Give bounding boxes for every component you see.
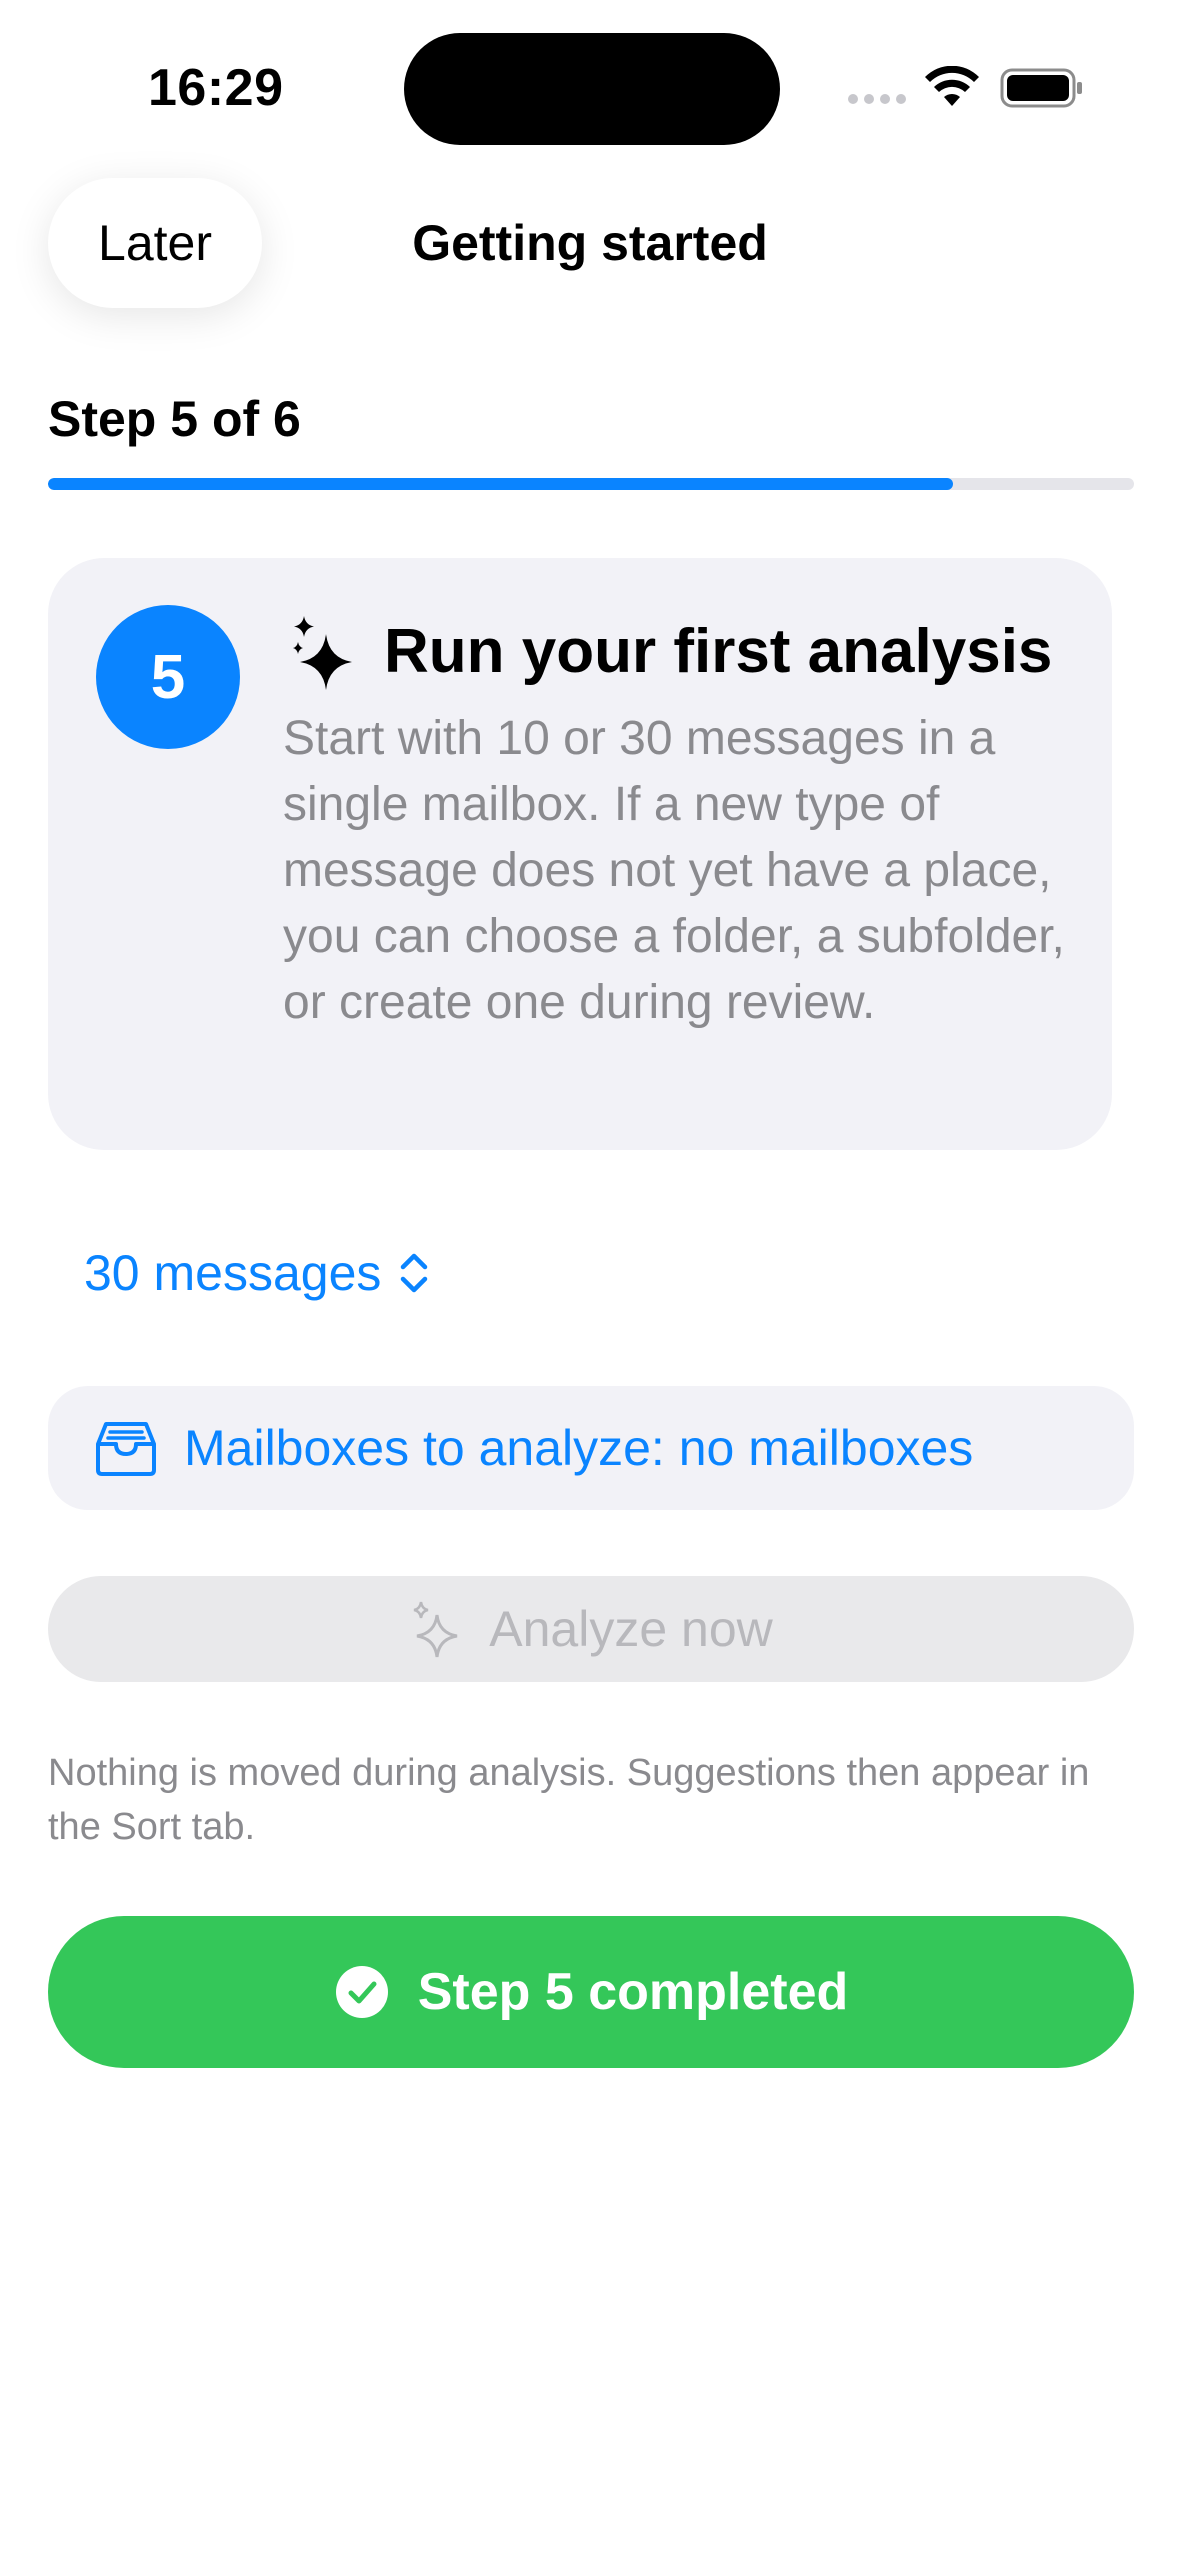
- message-count-picker[interactable]: 30 messages: [84, 1238, 431, 1308]
- progress-bar: [48, 478, 1134, 490]
- dynamic-island: [404, 33, 780, 145]
- step-label: Step 5 of 6: [48, 391, 301, 447]
- step-completed-button[interactable]: Step 5 completed: [48, 1916, 1134, 2068]
- checkmark-circle-icon: [335, 1966, 388, 2018]
- page-title: Getting started: [412, 215, 768, 271]
- progress-fill: [48, 478, 953, 490]
- mailboxes-selector[interactable]: Mailboxes to analyze: no mailboxes: [48, 1386, 1134, 1510]
- card-description: Start with 10 or 30 messages in a single…: [283, 712, 1065, 1029]
- step-completed-label: Step 5 completed: [417, 1963, 849, 2021]
- later-button[interactable]: Later: [48, 178, 262, 308]
- mailboxes-label: Mailboxes to analyze: no mailboxes: [184, 1420, 974, 1476]
- sparkles-icon: [293, 616, 352, 690]
- analysis-footnote: Nothing is moved during analysis. Sugges…: [48, 1752, 1090, 1848]
- sparkles-icon: [413, 1601, 458, 1658]
- chevron-up-down-icon: [401, 1253, 428, 1293]
- status-time: 16:29: [148, 59, 284, 117]
- analyze-now-label: Analyze now: [489, 1601, 773, 1657]
- card-title: Run your first analysis: [384, 617, 1053, 686]
- cellular-signal-icon: [848, 94, 908, 106]
- wifi-icon: [925, 66, 979, 106]
- message-count-value: 30 messages: [84, 1245, 382, 1301]
- tray-icon: [96, 1422, 156, 1476]
- battery-icon: [1000, 68, 1082, 108]
- step-number-badge: 5: [96, 605, 240, 749]
- analyze-now-button[interactable]: Analyze now: [48, 1576, 1134, 1682]
